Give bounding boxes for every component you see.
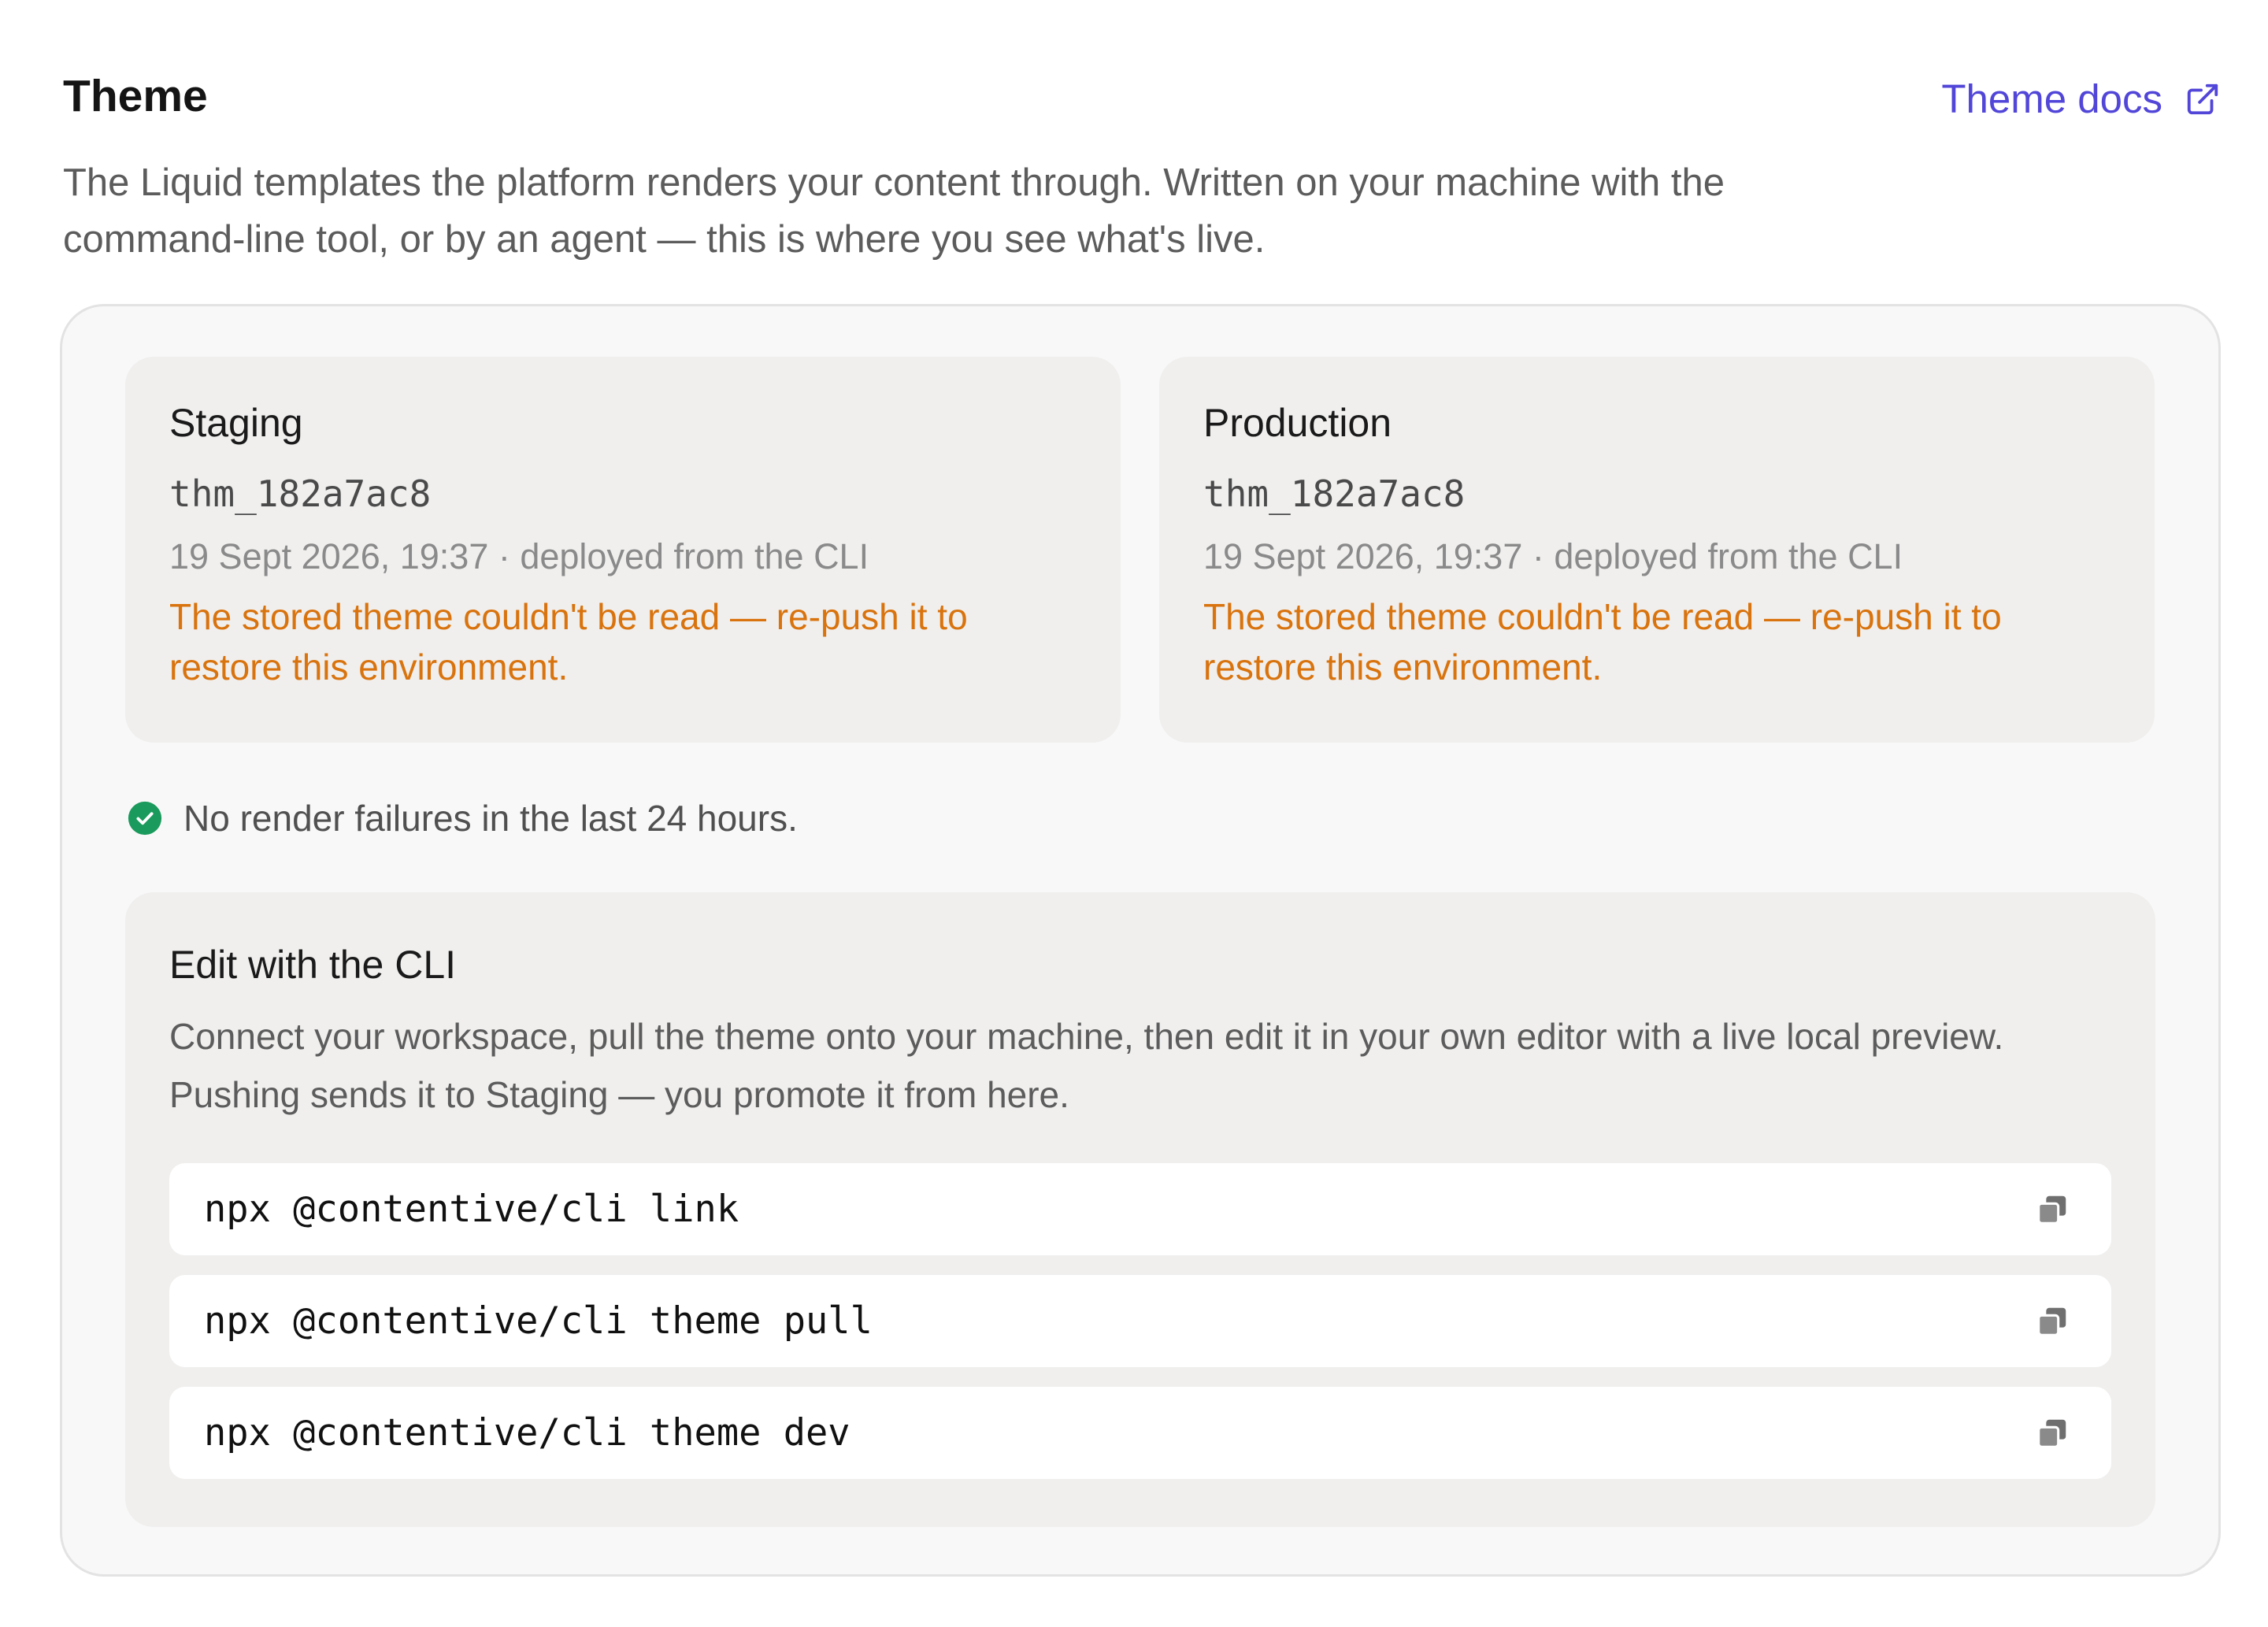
command-list: npx @contentive/cli link npx @contentive… [169, 1163, 2111, 1479]
environment-error: The stored theme couldn't be read — re-p… [1203, 596, 2002, 687]
environment-name: Production [1203, 401, 1392, 445]
command-text: npx @contentive/cli link [204, 1188, 739, 1231]
cli-card-title: Edit with the CLI [169, 943, 457, 987]
command-row: npx @contentive/cli link [169, 1163, 2111, 1255]
copy-button[interactable] [2031, 1188, 2073, 1231]
theme-docs-link[interactable]: Theme docs [1941, 76, 2221, 122]
section-description: The Liquid templates the platform render… [63, 161, 1725, 261]
environment-card-production: Production thm_182a7ac8 19 Sept 2026, 19… [1159, 357, 2155, 743]
deploy-meta: 19 Sept 2026, 19:37 · deployed from the … [169, 536, 869, 576]
command-text: npx @contentive/cli theme dev [204, 1411, 850, 1455]
environment-name: Staging [169, 401, 303, 445]
deploy-meta: 19 Sept 2026, 19:37 · deployed from the … [1203, 536, 1903, 576]
environment-card-staging: Staging thm_182a7ac8 19 Sept 2026, 19:37… [125, 357, 1121, 743]
command-row: npx @contentive/cli theme pull [169, 1275, 2111, 1367]
theme-id: thm_182a7ac8 [169, 473, 432, 515]
check-circle-icon [128, 801, 162, 836]
render-status-text: No render failures in the last 24 hours. [183, 798, 798, 839]
theme-id: thm_182a7ac8 [1203, 473, 1466, 515]
copy-icon [2037, 1195, 2066, 1225]
copy-icon [2037, 1419, 2066, 1448]
section-header: Theme Theme docs [63, 68, 2221, 124]
external-link-icon [2187, 83, 2218, 114]
theme-panel: Staging thm_182a7ac8 19 Sept 2026, 19:37… [60, 304, 2221, 1577]
cli-instructions-card: Edit with the CLI Connect your workspace… [125, 892, 2155, 1527]
command-row: npx @contentive/cli theme dev [169, 1387, 2111, 1479]
cli-card-description: Connect your workspace, pull the theme o… [169, 1016, 2004, 1115]
copy-button[interactable] [2031, 1412, 2073, 1455]
copy-button[interactable] [2031, 1300, 2073, 1343]
theme-docs-label: Theme docs [1941, 76, 2162, 121]
environment-error: The stored theme couldn't be read — re-p… [169, 596, 968, 687]
render-status: No render failures in the last 24 hours. [127, 795, 798, 842]
page-title: Theme [63, 71, 208, 121]
command-text: npx @contentive/cli theme pull [204, 1299, 873, 1343]
copy-icon [2037, 1307, 2066, 1336]
